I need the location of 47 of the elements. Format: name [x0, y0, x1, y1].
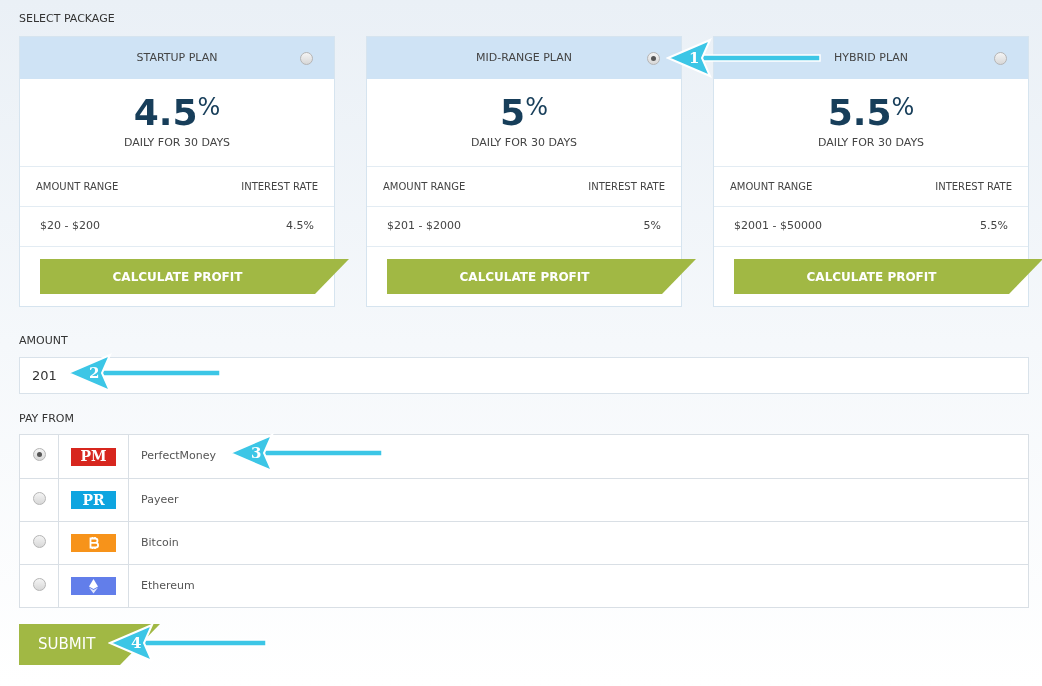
payment-logo: PM — [71, 447, 116, 466]
callout-number: 2 — [89, 364, 100, 382]
payment-logo: PR — [71, 491, 116, 509]
percent-sign: % — [891, 93, 915, 122]
payment-method-row[interactable]: Bitcoin — [20, 521, 1028, 564]
radio-button[interactable] — [32, 578, 46, 591]
plan-period: DAILY FOR 30 DAYS — [123, 135, 231, 152]
radio-button[interactable] — [32, 448, 46, 461]
radio-button[interactable] — [32, 492, 46, 505]
plan-name: STARTUP PLAN — [136, 49, 218, 66]
callout-number: 1 — [689, 49, 700, 67]
radio-button[interactable] — [994, 52, 1007, 65]
column-header: AMOUNT RANGE — [383, 180, 466, 194]
percent-sign: % — [525, 93, 548, 122]
callout-number: 3 — [251, 444, 262, 462]
rate-value: 5 — [500, 93, 526, 134]
column-header: INTEREST RATE — [241, 180, 318, 194]
interest-rate: 5.5% — [980, 218, 1008, 235]
plan-period: DAILY FOR 30 DAYS — [817, 135, 925, 152]
interest-rate: 4.5% — [286, 218, 314, 235]
plan-period: DAILY FOR 30 DAYS — [470, 135, 578, 152]
payment-method-row[interactable]: Ethereum — [20, 564, 1028, 607]
field-label: PAY FROM — [19, 412, 75, 426]
column-header: INTEREST RATE — [588, 180, 665, 194]
interest-rate: 5% — [643, 218, 661, 235]
column-header: AMOUNT RANGE — [730, 180, 813, 194]
rate-value: 4.5 — [133, 93, 198, 134]
section-title: SELECT PACKAGE — [19, 12, 116, 26]
plan-name: MID-RANGE PLAN — [476, 49, 572, 66]
amount-range: $20 - $200 — [40, 218, 100, 235]
payment-method-name: Bitcoin — [141, 534, 179, 551]
payment-method-name: PerfectMoney — [141, 448, 216, 465]
column-header: AMOUNT RANGE — [36, 180, 119, 194]
amount-range: $201 - $2000 — [387, 218, 461, 235]
plan-name: HYBRID PLAN — [833, 49, 909, 66]
callout-number: 4 — [131, 634, 142, 652]
radio-button[interactable] — [647, 52, 660, 65]
percent-sign: % — [197, 93, 221, 122]
payment-method-row[interactable]: PR Payeer — [20, 478, 1028, 521]
column-header: INTEREST RATE — [935, 180, 1012, 194]
amount-range: $2001 - $50000 — [734, 218, 822, 235]
rate-value: 5.5 — [827, 93, 892, 134]
payment-method-name: Payeer — [141, 491, 179, 508]
field-label: AMOUNT — [19, 334, 69, 348]
payment-method-name: Ethereum — [141, 577, 195, 594]
radio-button[interactable] — [300, 52, 313, 65]
radio-button[interactable] — [32, 535, 46, 548]
